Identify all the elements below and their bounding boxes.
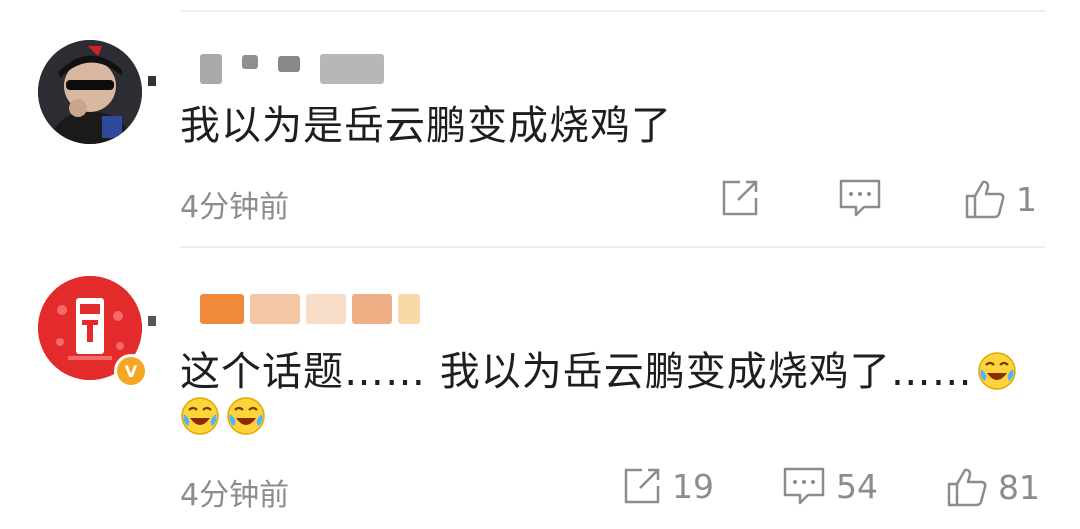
share-count: 19 bbox=[672, 466, 714, 506]
avatar[interactable] bbox=[38, 40, 142, 144]
blur-block bbox=[306, 294, 346, 324]
blur-block bbox=[242, 55, 258, 69]
online-dot bbox=[148, 76, 156, 86]
reply-button[interactable]: 54 bbox=[782, 466, 878, 506]
thumbs-up-icon bbox=[965, 180, 1005, 219]
comment-time: 4分钟前 bbox=[180, 190, 290, 225]
comment-icon bbox=[783, 467, 825, 505]
comment-text-content: 这个话题…… 我以为岳云鹏变成烧鸡了…… bbox=[180, 349, 973, 395]
share-button[interactable] bbox=[720, 178, 770, 218]
comment-text: 我以为是岳云鹏变成烧鸡了 bbox=[180, 103, 672, 149]
reply-button[interactable] bbox=[838, 178, 892, 218]
blur-block bbox=[320, 54, 384, 84]
share-button[interactable]: 19 bbox=[622, 466, 714, 506]
thumbs-up-icon bbox=[947, 468, 987, 507]
username-hidden[interactable] bbox=[200, 292, 420, 326]
avatar-photo bbox=[38, 40, 142, 144]
blur-block bbox=[200, 54, 222, 84]
like-count: 1 bbox=[1016, 179, 1037, 219]
like-button[interactable]: 81 bbox=[946, 466, 1040, 508]
verified-badge: V bbox=[114, 354, 148, 388]
comment-time: 4分钟前 bbox=[180, 478, 290, 513]
share-icon bbox=[722, 180, 758, 216]
laugh-cry-icon bbox=[977, 352, 1016, 390]
top-divider bbox=[180, 10, 1045, 12]
blur-block bbox=[200, 294, 244, 324]
username-hidden[interactable] bbox=[200, 52, 384, 86]
online-dot bbox=[148, 316, 156, 326]
blur-block bbox=[352, 294, 392, 324]
reply-count: 54 bbox=[836, 466, 878, 506]
like-count: 81 bbox=[998, 467, 1040, 507]
laugh-cry-icon bbox=[227, 397, 265, 435]
like-button[interactable]: 1 bbox=[964, 178, 1037, 220]
emoji-row bbox=[180, 396, 266, 436]
share-icon bbox=[624, 468, 660, 504]
blur-block bbox=[250, 294, 300, 324]
laugh-cry-icon bbox=[181, 397, 219, 435]
blur-block bbox=[398, 294, 420, 324]
comment-icon bbox=[839, 179, 881, 217]
comment-divider bbox=[180, 246, 1045, 248]
comment-text: 这个话题…… 我以为岳云鹏变成烧鸡了…… bbox=[180, 344, 1017, 400]
blur-block bbox=[278, 56, 300, 72]
